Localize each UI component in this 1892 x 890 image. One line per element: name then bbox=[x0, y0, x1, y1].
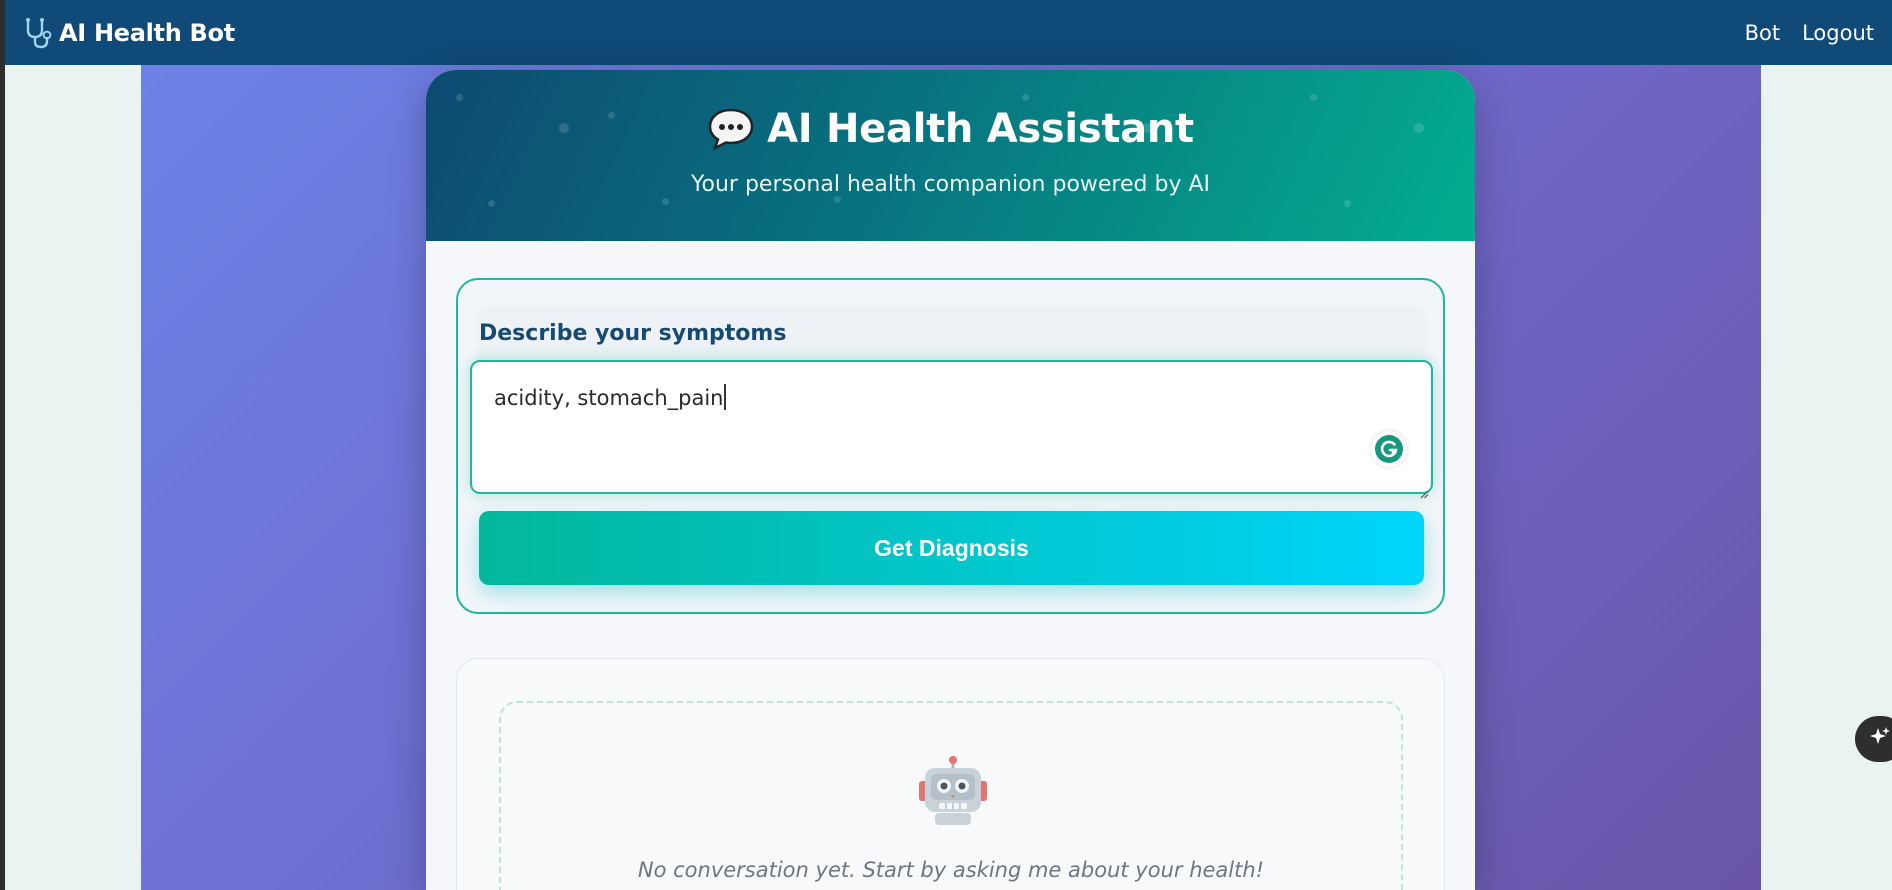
brand-name: AI Health Bot bbox=[59, 18, 235, 47]
symptoms-label: Describe your symptoms bbox=[479, 320, 787, 346]
nav-link-bot[interactable]: Bot bbox=[1745, 21, 1781, 45]
sparkle-icon bbox=[1869, 726, 1891, 752]
card-header: AI Health Assistant Your personal health… bbox=[426, 70, 1475, 241]
speech-bubble-icon bbox=[707, 107, 755, 151]
conversation-panel: No conversation yet. Start by asking me … bbox=[456, 658, 1445, 890]
page-title: AI Health Assistant bbox=[426, 106, 1475, 152]
grammarly-icon[interactable] bbox=[1371, 431, 1407, 467]
stethoscope-icon bbox=[23, 17, 53, 49]
get-diagnosis-button[interactable]: Get Diagnosis bbox=[479, 511, 1424, 585]
robot-icon bbox=[915, 755, 991, 827]
resize-handle-icon[interactable] bbox=[1419, 480, 1429, 499]
nav-link-logout[interactable]: Logout bbox=[1802, 21, 1874, 45]
nav-links: Bot Logout bbox=[1745, 21, 1874, 45]
empty-conversation-placeholder: No conversation yet. Start by asking me … bbox=[499, 701, 1403, 890]
symptoms-text: acidity, stomach_pain bbox=[494, 386, 724, 410]
brand[interactable]: AI Health Bot bbox=[23, 17, 235, 49]
symptom-form: Describe your symptoms acidity, stomach_… bbox=[456, 278, 1445, 614]
symptoms-label-bar: Describe your symptoms bbox=[479, 308, 1424, 358]
page-subtitle: Your personal health companion powered b… bbox=[691, 172, 1210, 197]
navbar: AI Health Bot Bot Logout bbox=[5, 0, 1892, 65]
symptoms-textarea[interactable]: acidity, stomach_pain bbox=[470, 360, 1433, 499]
text-caret bbox=[724, 384, 727, 410]
empty-conversation-text: No conversation yet. Start by asking me … bbox=[637, 858, 1265, 882]
assistant-card: AI Health Assistant Your personal health… bbox=[426, 70, 1475, 890]
title-text: AI Health Assistant bbox=[767, 106, 1194, 152]
